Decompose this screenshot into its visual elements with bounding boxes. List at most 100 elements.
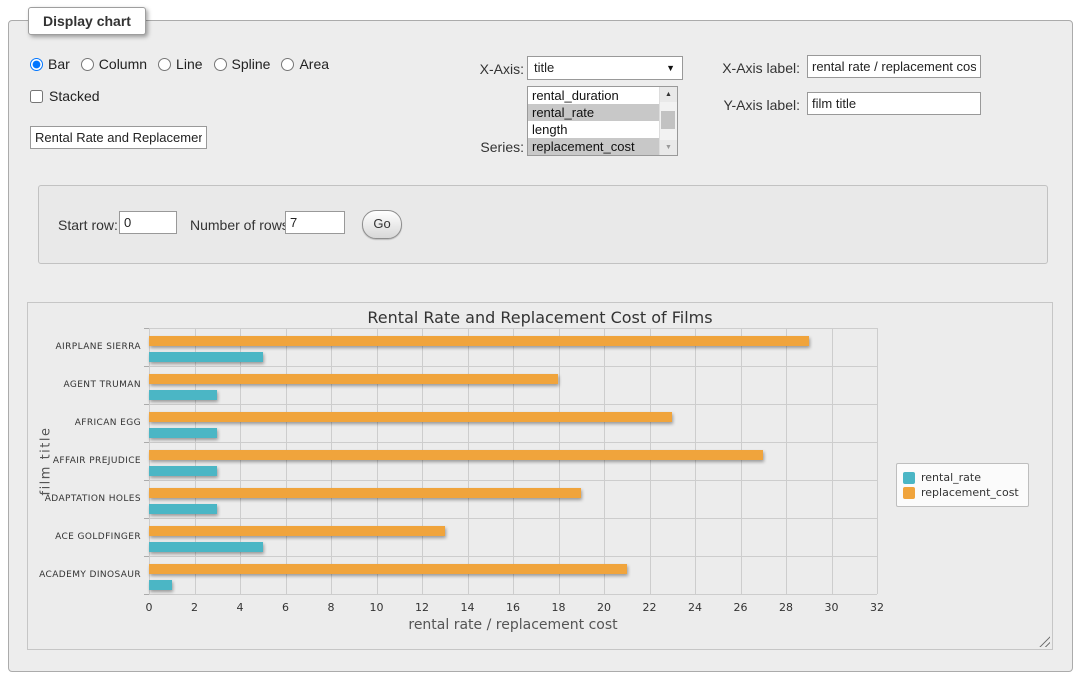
category-label: AGENT TRUMAN [28, 380, 141, 390]
list-option-rental_rate[interactable]: rental_rate [528, 104, 666, 121]
start-row-input[interactable] [119, 211, 177, 234]
gridline [149, 594, 877, 595]
scrollbar-thumb[interactable] [661, 111, 675, 129]
bar-replacement_cost [149, 412, 672, 422]
chart-type-radio-area[interactable] [281, 58, 294, 71]
chart-type-option-label: Area [299, 56, 329, 72]
series-scrollbar[interactable]: ▲ ▼ [659, 87, 677, 155]
category-tick [144, 404, 149, 405]
y-axis-title: film title [39, 426, 54, 495]
go-button[interactable]: Go [362, 210, 402, 239]
bar-replacement_cost [149, 564, 627, 574]
chart-type-option-bar: Bar [30, 56, 70, 72]
x-axis-selected-value: title [534, 60, 554, 75]
series-label: Series: [430, 139, 524, 155]
gridline [741, 328, 742, 594]
bar-rental_rate [149, 352, 263, 362]
chart-type-option-column: Column [81, 56, 147, 72]
gridline [286, 328, 287, 594]
x-tick-label: 16 [506, 601, 520, 614]
x-tick-label: 18 [552, 601, 566, 614]
chart-type-radiogroup: Bar Column Line Spline Area [30, 56, 340, 72]
scroll-up-icon: ▲ [665, 91, 672, 98]
chart-type-option-label: Column [99, 56, 147, 72]
gridline [604, 328, 605, 594]
chart-title-input[interactable] [30, 126, 207, 149]
category-label: ACADEMY DINOSAUR [28, 570, 141, 580]
chart-type-radio-bar[interactable] [30, 58, 43, 71]
category-label: ACE GOLDFINGER [28, 532, 141, 542]
gridline [650, 328, 651, 594]
legend-item-replacement_cost[interactable]: replacement_cost [903, 486, 1019, 499]
stacked-checkbox[interactable] [30, 90, 43, 103]
x-axis-select[interactable]: title ▼ [527, 56, 683, 80]
x-tick-label: 8 [328, 601, 335, 614]
category-label: AIRPLANE SIERRA [28, 342, 141, 352]
chart-type-radio-line[interactable] [158, 58, 171, 71]
gridline [149, 442, 877, 443]
chart-container: Rental Rate and Replacement Cost of Film… [27, 302, 1053, 650]
chart-type-option-label: Line [176, 56, 202, 72]
gridline [377, 328, 378, 594]
list-option-rental_duration[interactable]: rental_duration [528, 87, 666, 104]
gridline [832, 328, 833, 594]
gridline [149, 518, 877, 519]
list-option-replacement_cost[interactable]: replacement_cost [528, 138, 666, 155]
resize-handle-icon[interactable] [1039, 636, 1050, 647]
gridline [559, 328, 560, 594]
x-tick-label: 24 [688, 601, 702, 614]
x-axis-label-input[interactable] [807, 55, 981, 78]
bar-rental_rate [149, 466, 217, 476]
bar-replacement_cost [149, 526, 445, 536]
list-option-length[interactable]: length [528, 121, 666, 138]
number-of-rows-input[interactable] [285, 211, 345, 234]
bar-rental_rate [149, 428, 217, 438]
chart-type-option-spline: Spline [214, 56, 271, 72]
bar-replacement_cost [149, 336, 809, 346]
gridline [149, 366, 877, 367]
category-tick [144, 480, 149, 481]
bar-replacement_cost [149, 450, 763, 460]
chart-type-radio-spline[interactable] [214, 58, 227, 71]
x-tick-label: 6 [282, 601, 289, 614]
gridline [195, 328, 196, 594]
chart-legend: rental_rate replacement_cost [896, 463, 1029, 507]
y-axis-label-field-label: Y-Axis label: [700, 97, 800, 113]
x-tick-label: 14 [461, 601, 475, 614]
chart-type-radio-column[interactable] [81, 58, 94, 71]
x-tick-label: 12 [415, 601, 429, 614]
gridline [149, 328, 877, 329]
scrollbar-up-button[interactable]: ▲ [660, 87, 677, 102]
gridline [331, 328, 332, 594]
start-row-label: Start row: [58, 217, 118, 233]
chart-type-option-label: Spline [232, 56, 271, 72]
x-tick-label: 0 [146, 601, 153, 614]
legend-label: replacement_cost [921, 486, 1019, 499]
bar-rental_rate [149, 390, 217, 400]
x-tick-label: 22 [643, 601, 657, 614]
stacked-option: Stacked [30, 88, 100, 104]
category-tick [144, 518, 149, 519]
dropdown-arrow-icon: ▼ [666, 57, 675, 79]
scrollbar-down-button[interactable]: ▼ [660, 140, 677, 155]
legend-item-rental_rate[interactable]: rental_rate [903, 471, 1019, 484]
series-listbox[interactable]: rental_durationrental_ratelengthreplacem… [527, 86, 678, 156]
gridline [877, 328, 878, 594]
chart-type-option-line: Line [158, 56, 202, 72]
legend-label: rental_rate [921, 471, 981, 484]
bar-rental_rate [149, 504, 217, 514]
category-tick [144, 328, 149, 329]
y-axis-label-input[interactable] [807, 92, 981, 115]
category-tick [144, 594, 149, 595]
x-tick-label: 4 [237, 601, 244, 614]
series-options: rental_durationrental_ratelengthreplacem… [528, 87, 677, 155]
chart-title: Rental Rate and Replacement Cost of Film… [28, 308, 1052, 327]
bar-rental_rate [149, 580, 172, 590]
x-tick-label: 28 [779, 601, 793, 614]
gridline [513, 328, 514, 594]
page: Display chart BarColumnLineSplineArea St… [0, 0, 1081, 681]
stacked-label: Stacked [49, 88, 100, 104]
gridline [240, 328, 241, 594]
gridline [149, 328, 150, 594]
gridline [149, 404, 877, 405]
